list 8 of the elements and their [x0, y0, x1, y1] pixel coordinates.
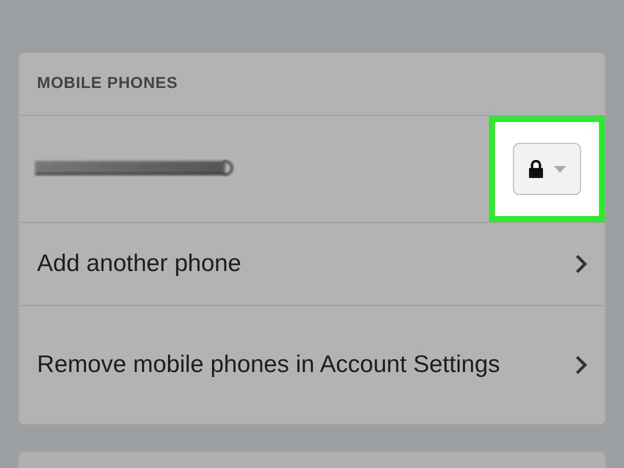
- privacy-dropdown[interactable]: [513, 143, 581, 195]
- menu-item[interactable]: Add another phone: [19, 223, 605, 306]
- menu-item[interactable]: Remove mobile phones in Account Settings: [19, 306, 605, 424]
- chevron-right-icon: [575, 254, 587, 274]
- section-title: MOBILE PHONES: [37, 75, 178, 93]
- chevron-right-icon: [575, 355, 587, 375]
- lock-icon: [528, 160, 544, 178]
- caret-icon: [554, 166, 566, 172]
